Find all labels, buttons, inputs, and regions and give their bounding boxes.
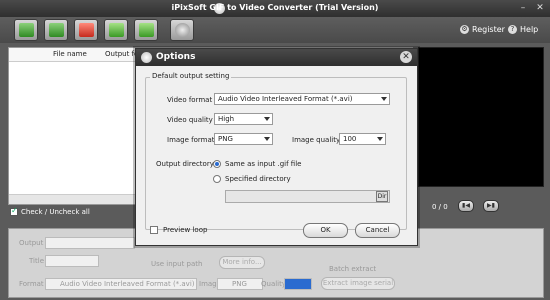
next-frame-button[interactable]: ▶▮ (483, 200, 499, 212)
output-directory-label: Output directory (156, 160, 214, 168)
remove-button[interactable] (74, 19, 98, 41)
format-select[interactable]: Audio Video Interleaved Format (*.avi) (45, 278, 197, 290)
dialog-close-button[interactable]: ✕ (400, 51, 412, 63)
image-format-select[interactable]: PNG (214, 133, 273, 145)
arrow-down-icon (139, 23, 154, 37)
dialog-title: Options (156, 52, 196, 62)
image-select[interactable]: PNG (217, 278, 263, 290)
specified-directory-field[interactable] (225, 190, 390, 203)
cancel-button[interactable]: Cancel (355, 223, 400, 238)
prev-frame-button[interactable]: ▮◀ (458, 200, 474, 212)
video-quality-label: Video quality (167, 116, 213, 124)
move-up-button[interactable] (104, 19, 128, 41)
help-link[interactable]: ? Help (508, 25, 538, 34)
default-output-legend: Default output setting (150, 72, 232, 80)
chevron-down-icon (264, 117, 270, 121)
options-dialog: Options ✕ Default output setting Video f… (135, 48, 418, 246)
column-output[interactable]: Output fo (105, 50, 138, 58)
batch-extract-label[interactable]: Batch extract (329, 265, 376, 273)
format-label: Format (19, 280, 44, 288)
toolbar: ⚙ Register ? Help (0, 17, 550, 43)
more-info-button[interactable]: More info... (219, 256, 265, 269)
image-format-value: PNG (218, 135, 233, 143)
gear-icon (175, 23, 190, 37)
preview-loop-label[interactable]: Preview loop (163, 226, 207, 234)
image-quality-value: 100 (343, 135, 357, 143)
title-bar: iPixSoft GIF to Video Converter (Trial V… (0, 0, 550, 17)
image-format-label: Image format (167, 136, 215, 144)
same-as-input-label[interactable]: Same as input .gif file (225, 160, 301, 168)
specified-directory-label[interactable]: Specified directory (225, 175, 291, 183)
check-all-label: Check / Uncheck all (21, 208, 90, 216)
preview-loop-checkbox[interactable] (150, 226, 158, 234)
quality-select[interactable] (284, 278, 312, 290)
arrow-up-icon (109, 23, 124, 37)
window-title: iPixSoft GIF to Video Converter (Trial V… (171, 3, 379, 12)
add-file-icon (19, 23, 34, 37)
register-link[interactable]: ⚙ Register (460, 25, 505, 34)
register-icon: ⚙ (460, 25, 469, 34)
browse-folder-button[interactable]: Dir (376, 191, 388, 202)
add-folder-button[interactable] (44, 19, 68, 41)
chevron-down-icon (264, 137, 270, 141)
title-label: Title (29, 257, 45, 265)
video-format-select[interactable]: Audio Video Interleaved Format (*.avi) (214, 93, 390, 105)
video-format-label: Video format (167, 96, 213, 104)
check-all-toggle[interactable]: Check / Uncheck all (10, 206, 90, 216)
preview-area (418, 47, 544, 187)
add-file-button[interactable] (14, 19, 38, 41)
column-file-name[interactable]: File name (53, 50, 87, 58)
move-down-button[interactable] (134, 19, 158, 41)
chevron-down-icon (377, 137, 383, 141)
output-label: Output (19, 239, 44, 247)
title-field[interactable] (45, 255, 99, 267)
video-format-value: Audio Video Interleaved Format (*.avi) (218, 95, 353, 103)
specified-directory-radio[interactable] (213, 175, 221, 183)
image-quality-label: Image quality (292, 136, 341, 144)
frame-counter: 0 / 0 (432, 203, 448, 211)
extract-image-serial-button[interactable]: Extract image serial (321, 277, 395, 290)
chevron-down-icon (381, 97, 387, 101)
ok-button[interactable]: OK (303, 223, 348, 238)
quality-label: Quality (261, 280, 287, 288)
help-label: Help (520, 25, 539, 34)
check-all-checkbox[interactable] (10, 206, 18, 216)
register-label: Register (472, 25, 505, 34)
same-as-input-radio[interactable] (213, 160, 221, 168)
use-input-path-label[interactable]: Use input path (151, 260, 202, 268)
close-window-button[interactable]: ✕ (533, 2, 547, 14)
remove-icon (79, 23, 94, 37)
output-path-field[interactable] (45, 237, 135, 249)
video-quality-value: High (218, 115, 235, 123)
video-quality-select[interactable]: High (214, 113, 273, 125)
settings-button[interactable] (170, 19, 194, 41)
help-icon: ? (508, 25, 517, 34)
minimize-button[interactable]: – (516, 2, 530, 14)
add-folder-icon (49, 23, 64, 37)
dialog-title-bar: Options ✕ (136, 49, 417, 66)
image-quality-select[interactable]: 100 (339, 133, 386, 145)
dialog-logo-icon (141, 52, 152, 63)
